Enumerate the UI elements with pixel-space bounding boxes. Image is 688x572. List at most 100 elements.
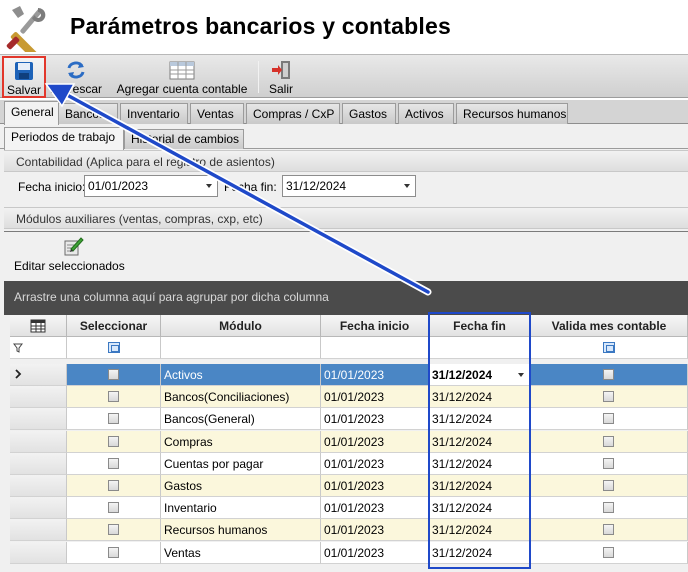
end-date-cell[interactable]: 31/12/2024	[429, 430, 531, 453]
column-header-fecha-fin[interactable]: Fecha fin	[429, 315, 531, 337]
table-row[interactable]: Inventario 01/01/2023 31/12/2024	[10, 497, 688, 520]
tab-inventario[interactable]: Inventario	[120, 103, 188, 124]
column-header-valida-mes[interactable]: Valida mes contable	[531, 315, 688, 337]
select-cell[interactable]	[67, 541, 161, 564]
valida-mes-cell[interactable]	[531, 519, 688, 542]
tab-periodos-trabajo[interactable]: Periodos de trabajo	[4, 127, 124, 150]
save-button[interactable]: Salvar	[2, 56, 46, 98]
module-cell[interactable]: Recursos humanos	[161, 519, 321, 542]
table-row[interactable]: Cuentas por pagar 01/01/2023 31/12/2024	[10, 452, 688, 475]
table-row[interactable]: Activos 01/01/2023 31/12/2024	[10, 364, 688, 386]
tab-ventas[interactable]: Ventas	[190, 103, 244, 124]
valida-mes-cell[interactable]	[531, 541, 688, 564]
valida-mes-checkbox[interactable]	[603, 546, 614, 558]
start-date-cell[interactable]: 01/01/2023	[321, 497, 429, 520]
tab-gastos[interactable]: Gastos	[342, 103, 396, 124]
column-chooser-button[interactable]	[10, 315, 67, 337]
filter-checkbox[interactable]	[107, 342, 120, 353]
refresh-button[interactable]: Refrescar	[50, 57, 102, 97]
select-cell[interactable]	[67, 408, 161, 431]
start-date-cell[interactable]: 01/01/2023	[321, 386, 429, 409]
select-checkbox[interactable]	[107, 524, 119, 536]
end-date-cell[interactable]: 31/12/2024	[429, 475, 531, 497]
module-cell[interactable]: Inventario	[161, 497, 321, 520]
row-indicator[interactable]	[10, 408, 67, 431]
valida-mes-cell[interactable]	[531, 452, 688, 475]
start-date-cell[interactable]: 01/01/2023	[321, 408, 429, 431]
select-checkbox[interactable]	[107, 480, 119, 491]
row-indicator[interactable]	[10, 452, 67, 475]
row-indicator[interactable]	[10, 386, 67, 409]
tab-bancos[interactable]: Bancos	[58, 103, 118, 124]
select-cell[interactable]	[67, 430, 161, 453]
filter-valida-mes[interactable]	[531, 337, 688, 359]
table-row[interactable]: Compras 01/01/2023 31/12/2024	[10, 430, 688, 453]
tab-compras-cxp[interactable]: Compras / CxP	[246, 103, 340, 124]
select-cell[interactable]	[67, 452, 161, 475]
filter-modulo[interactable]	[161, 337, 321, 359]
table-row[interactable]: Gastos 01/01/2023 31/12/2024	[10, 475, 688, 497]
select-cell[interactable]	[67, 497, 161, 520]
filter-fecha-inicio[interactable]	[321, 337, 429, 359]
valida-mes-checkbox[interactable]	[603, 391, 614, 403]
tab-recursos-humanos[interactable]: Recursos humanos	[456, 103, 568, 124]
table-row[interactable]: Bancos(General) 01/01/2023 31/12/2024	[10, 408, 688, 431]
valida-mes-cell[interactable]	[531, 475, 688, 497]
module-cell[interactable]: Activos	[161, 364, 321, 386]
valida-mes-cell[interactable]	[531, 386, 688, 409]
module-cell[interactable]: Ventas	[161, 541, 321, 564]
select-cell[interactable]	[67, 519, 161, 542]
filter-checkbox[interactable]	[603, 342, 615, 353]
group-by-panel[interactable]: Arrastre una columna aquí para agrupar p…	[4, 281, 688, 315]
end-date-cell[interactable]: 31/12/2024	[429, 408, 531, 431]
start-date-cell[interactable]: 01/01/2023	[321, 364, 429, 386]
row-indicator[interactable]	[10, 364, 67, 386]
end-date-cell[interactable]: 31/12/2024	[429, 452, 531, 475]
start-date-field[interactable]: 01/01/2023	[84, 175, 218, 197]
start-date-cell[interactable]: 01/01/2023	[321, 475, 429, 497]
row-indicator[interactable]	[10, 475, 67, 497]
select-checkbox[interactable]	[107, 391, 119, 403]
start-date-cell[interactable]: 01/01/2023	[321, 519, 429, 542]
start-date-cell[interactable]: 01/01/2023	[321, 452, 429, 475]
end-date-cell[interactable]: 31/12/2024	[429, 497, 531, 520]
end-date-cell[interactable]: 31/12/2024	[429, 541, 531, 564]
chevron-down-icon[interactable]	[518, 373, 524, 377]
valida-mes-checkbox[interactable]	[603, 369, 614, 380]
exit-button[interactable]: Salir	[264, 57, 298, 97]
valida-mes-cell[interactable]	[531, 364, 688, 386]
select-checkbox[interactable]	[107, 435, 119, 447]
valida-mes-checkbox[interactable]	[603, 435, 614, 447]
start-date-cell[interactable]: 01/01/2023	[321, 541, 429, 564]
select-checkbox[interactable]	[107, 369, 119, 380]
valida-mes-cell[interactable]	[531, 430, 688, 453]
module-cell[interactable]: Gastos	[161, 475, 321, 497]
valida-mes-checkbox[interactable]	[603, 457, 614, 469]
table-row[interactable]: Bancos(Conciliaciones) 01/01/2023 31/12/20…	[10, 386, 688, 409]
valida-mes-checkbox[interactable]	[603, 480, 614, 491]
row-indicator[interactable]	[10, 430, 67, 453]
filter-seleccionar[interactable]	[67, 337, 161, 359]
valida-mes-checkbox[interactable]	[603, 413, 614, 425]
row-indicator[interactable]	[10, 497, 67, 520]
table-row[interactable]: Recursos humanos 01/01/2023 31/12/2024	[10, 519, 688, 542]
select-checkbox[interactable]	[107, 413, 119, 425]
column-header-fecha-inicio[interactable]: Fecha inicio	[321, 315, 429, 337]
select-cell[interactable]	[67, 364, 161, 386]
valida-mes-cell[interactable]	[531, 408, 688, 431]
column-header-seleccionar[interactable]: Seleccionar	[67, 315, 161, 337]
select-cell[interactable]	[67, 475, 161, 497]
filter-fecha-fin[interactable]	[429, 337, 531, 359]
valida-mes-checkbox[interactable]	[603, 524, 614, 536]
start-date-cell[interactable]: 01/01/2023	[321, 430, 429, 453]
tab-activos[interactable]: Activos	[398, 103, 454, 124]
table-row[interactable]: Ventas 01/01/2023 31/12/2024	[10, 541, 688, 564]
select-checkbox[interactable]	[107, 457, 119, 469]
end-date-cell[interactable]: 31/12/2024	[429, 386, 531, 409]
end-date-cell[interactable]: 31/12/2024	[429, 364, 531, 386]
valida-mes-checkbox[interactable]	[603, 502, 614, 514]
end-date-cell[interactable]: 31/12/2024	[429, 519, 531, 542]
end-date-field[interactable]: 31/12/2024	[282, 175, 416, 197]
select-checkbox[interactable]	[107, 546, 119, 558]
valida-mes-cell[interactable]	[531, 497, 688, 520]
